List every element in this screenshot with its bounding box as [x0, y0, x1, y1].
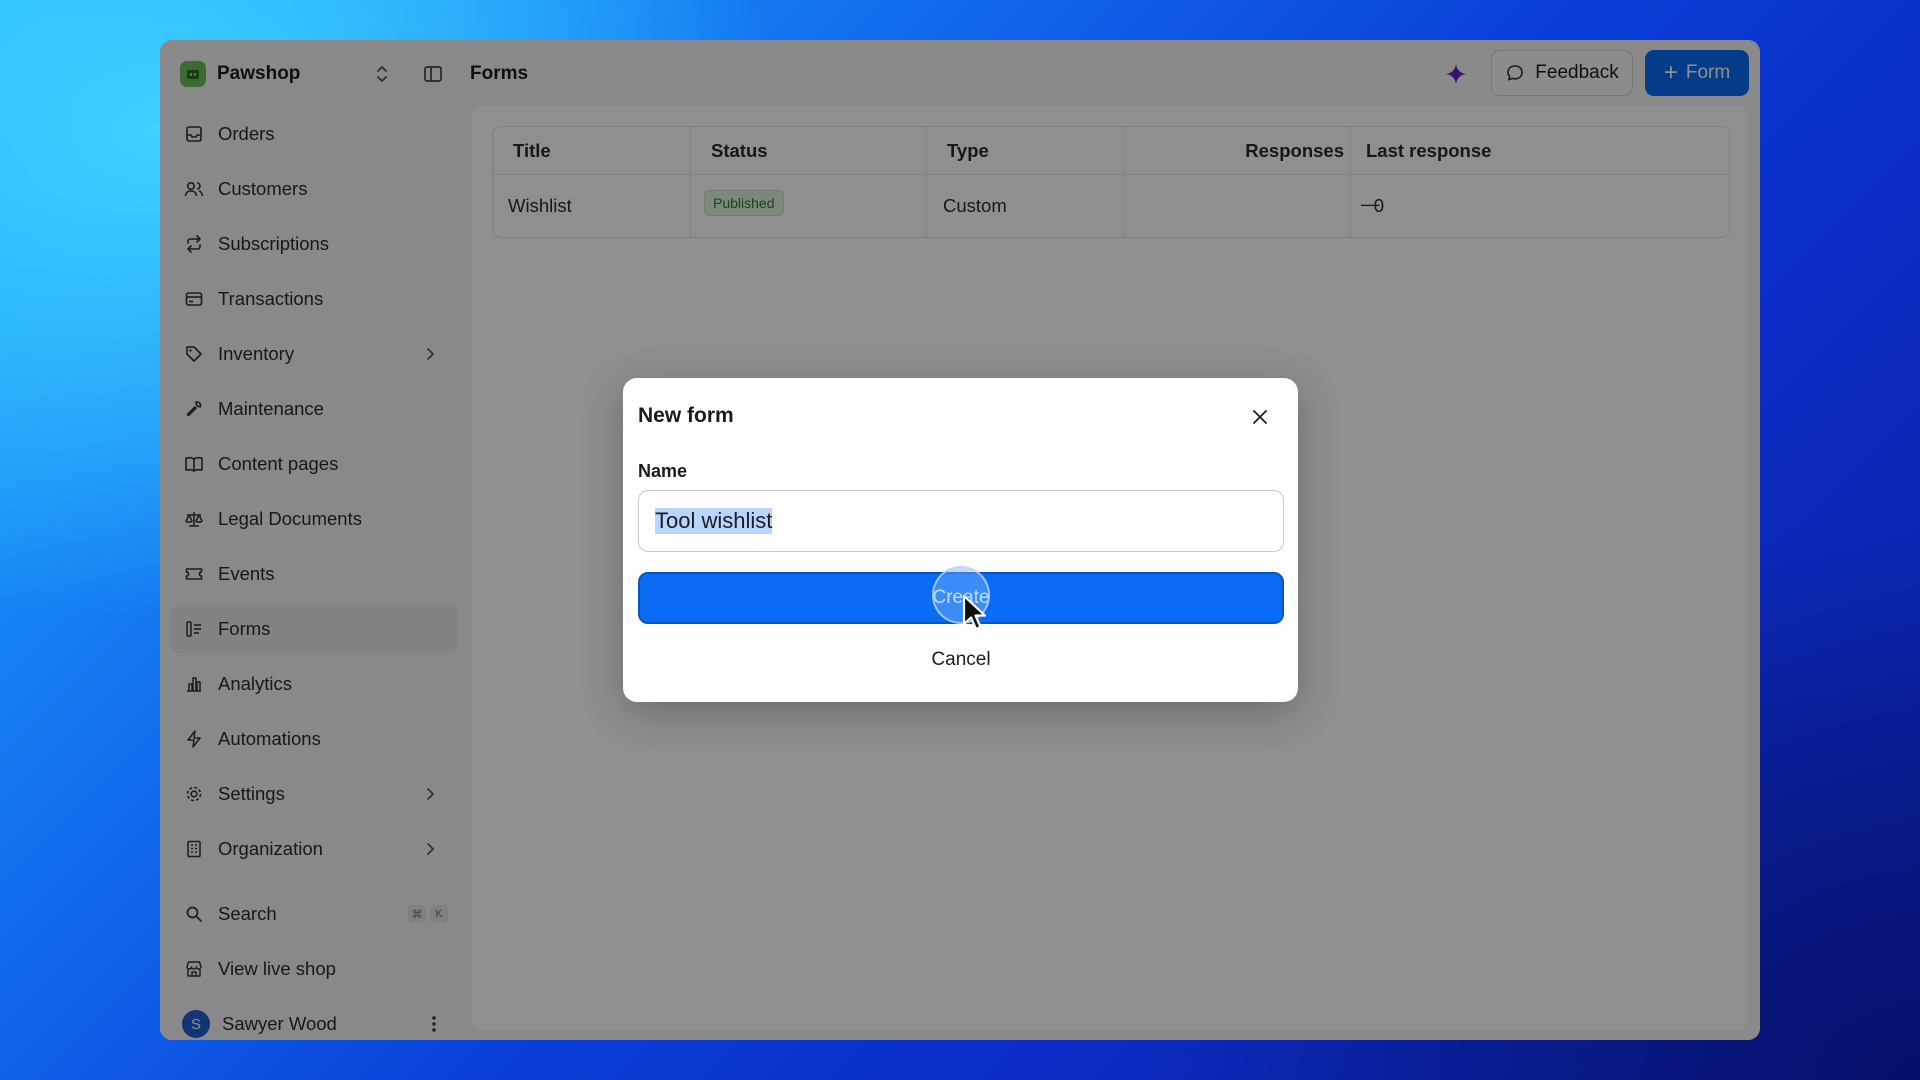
- cancel-button[interactable]: Cancel: [638, 640, 1284, 680]
- close-icon[interactable]: [1248, 405, 1272, 429]
- name-label: Name: [638, 461, 688, 481]
- new-form-dialog: New form Name Create Cancel: [623, 378, 1298, 702]
- name-field[interactable]: [638, 490, 1284, 552]
- cancel-label: Cancel: [931, 649, 991, 670]
- mouse-cursor-icon: [962, 594, 987, 631]
- dialog-title: New form: [638, 404, 734, 427]
